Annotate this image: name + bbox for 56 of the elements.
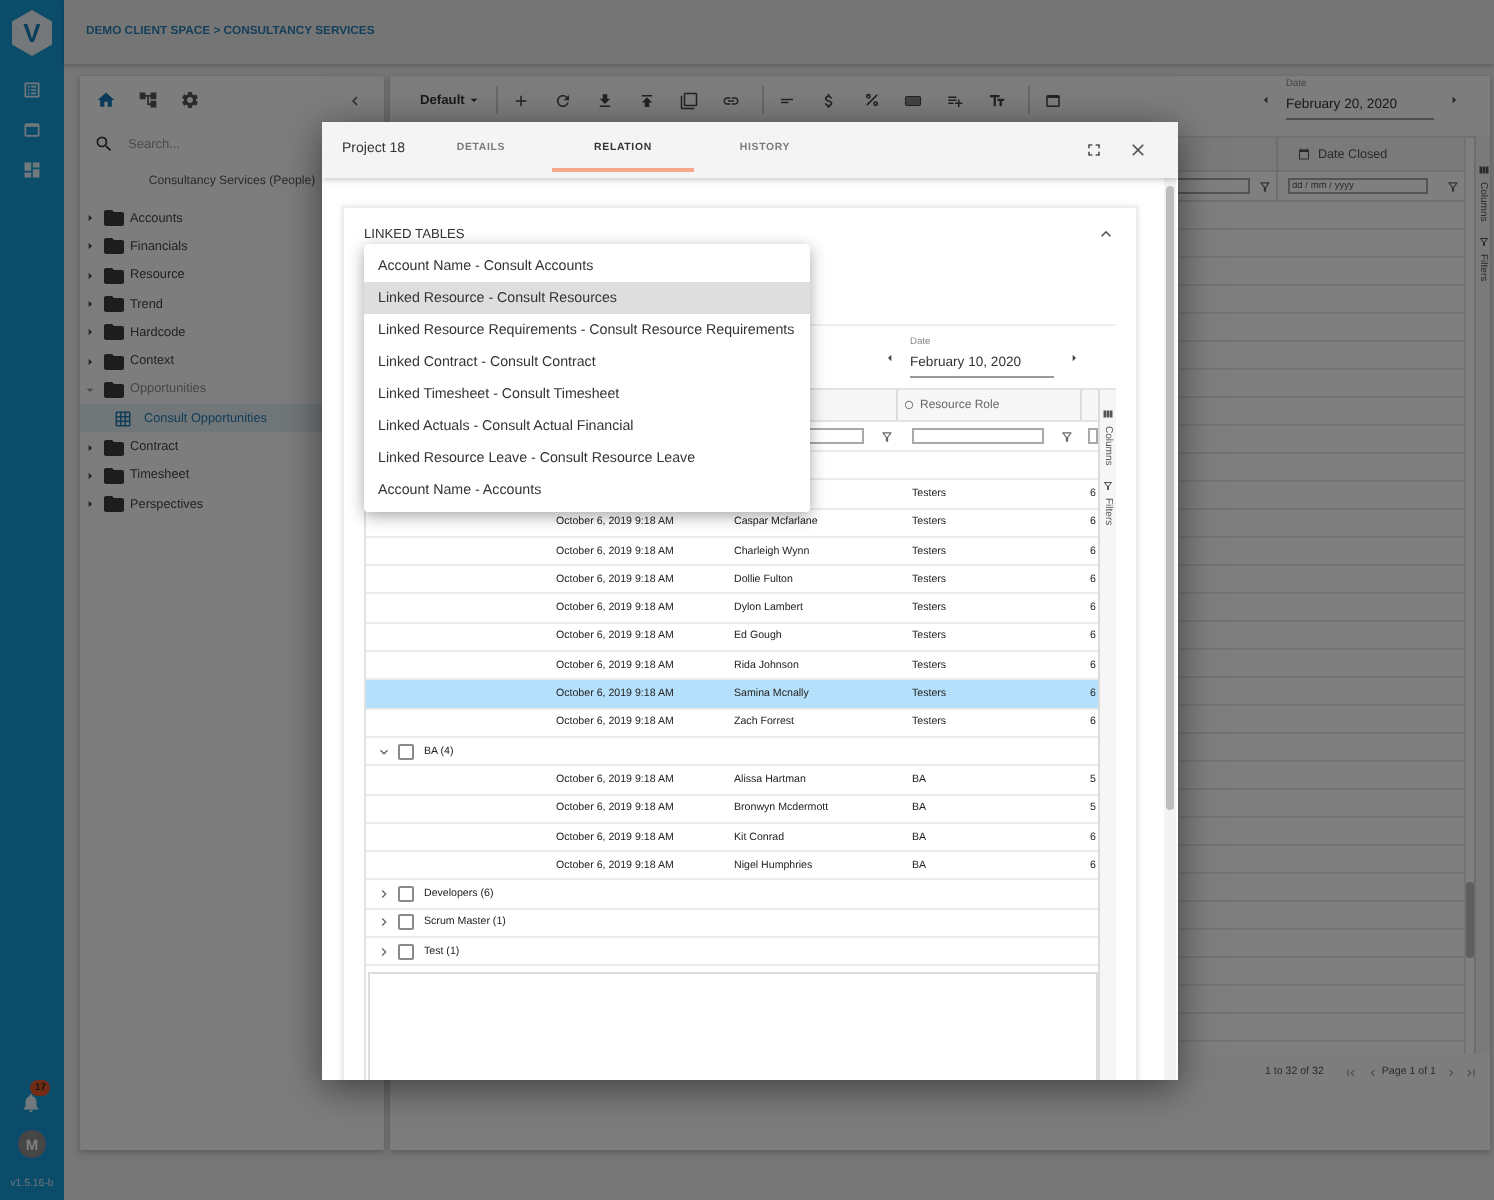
filter-icon[interactable] <box>1258 179 1272 193</box>
folder-icon <box>102 263 126 288</box>
text-size-icon[interactable] <box>988 91 1007 109</box>
logo: V <box>12 10 52 56</box>
checkbox[interactable] <box>398 886 414 903</box>
scrollbar-thumb[interactable] <box>1166 186 1174 810</box>
upload-icon[interactable] <box>638 91 657 109</box>
filter-field[interactable] <box>912 428 1044 444</box>
search-icon <box>94 134 114 154</box>
checkbox[interactable] <box>398 943 414 960</box>
playlist-add-icon[interactable] <box>946 91 965 109</box>
filter-icon[interactable] <box>1446 179 1460 193</box>
filter-field[interactable] <box>1174 178 1250 194</box>
dashboard-icon[interactable] <box>22 160 42 180</box>
rectangle-icon[interactable] <box>904 91 923 109</box>
columns-icon[interactable] <box>1477 164 1489 176</box>
bell-icon[interactable] <box>20 1092 43 1114</box>
folder-icon <box>102 463 126 488</box>
folder-icon <box>102 435 126 460</box>
filter-icon[interactable] <box>1102 479 1114 492</box>
chevron-right-icon[interactable] <box>376 943 392 960</box>
download-icon[interactable] <box>596 91 615 109</box>
ring-icon <box>904 400 914 410</box>
close-icon[interactable] <box>1128 140 1148 160</box>
window-icon[interactable] <box>22 120 42 140</box>
columns-icon[interactable] <box>1102 408 1114 420</box>
table-icon <box>114 409 132 428</box>
refresh-icon[interactable] <box>554 91 573 109</box>
filter-icon[interactable] <box>880 429 894 443</box>
first-page-icon[interactable] <box>1343 1065 1358 1079</box>
settings-icon[interactable] <box>180 90 200 110</box>
folder-icon <box>102 349 126 374</box>
list-icon[interactable] <box>22 80 42 100</box>
folder-icon <box>102 320 126 345</box>
percent-icon[interactable] <box>863 92 880 108</box>
folder-icon <box>102 292 126 317</box>
filter-icon[interactable] <box>1477 235 1489 248</box>
hierarchy-icon[interactable] <box>138 90 158 110</box>
filter-icon[interactable] <box>1060 429 1074 443</box>
checkbox[interactable] <box>398 914 414 931</box>
home-icon[interactable] <box>96 90 116 110</box>
window-icon[interactable] <box>1044 91 1063 109</box>
chevron-right-icon[interactable] <box>376 886 392 903</box>
folder-icon <box>102 492 126 517</box>
fullscreen-icon[interactable] <box>1084 140 1104 160</box>
chevron-right-icon[interactable] <box>376 914 392 931</box>
folder-icon <box>102 206 126 231</box>
plus-icon[interactable] <box>512 91 531 109</box>
calendar-icon <box>1298 148 1310 160</box>
folder-icon <box>102 234 126 259</box>
folder-icon <box>102 377 126 402</box>
filter-field[interactable] <box>1088 428 1098 444</box>
checkbox[interactable] <box>398 743 414 760</box>
link-icon[interactable] <box>722 91 741 109</box>
last-page-icon[interactable] <box>1464 1065 1478 1079</box>
copy-icon[interactable] <box>680 91 699 109</box>
